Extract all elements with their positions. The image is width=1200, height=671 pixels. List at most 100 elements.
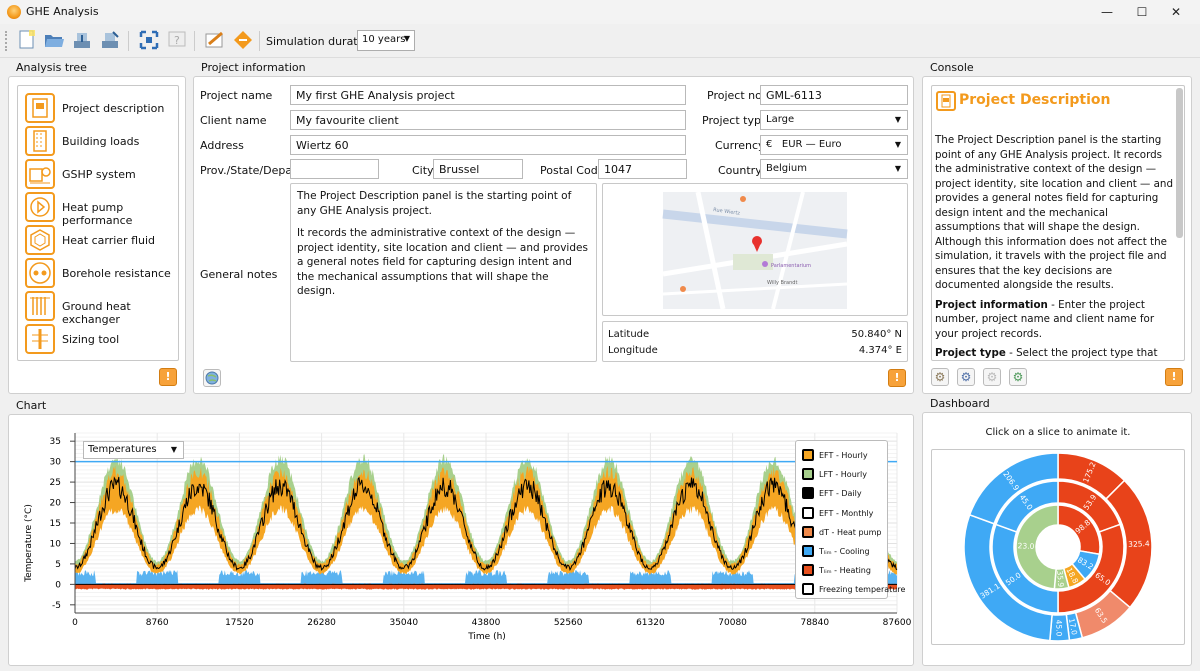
- legend-label: EFT - Daily: [819, 489, 862, 499]
- legend-swatch: [802, 468, 814, 481]
- legend-label: EFT - Monthly: [819, 508, 874, 518]
- console-paragraph: Project information - Enter the project …: [935, 298, 1155, 340]
- postal-code-input[interactable]: 1047: [598, 159, 687, 179]
- simulation-duration-select[interactable]: 10 years ▼: [357, 30, 415, 51]
- tree-item-ground-heat-exchanger[interactable]: Ground heat exchanger: [25, 291, 177, 326]
- client-name-input[interactable]: My favourite client: [290, 110, 686, 130]
- chart-series-select[interactable]: Temperatures ▼: [83, 441, 184, 459]
- gear-blue-icon[interactable]: ⚙: [957, 368, 975, 386]
- tree-item-heat-pump-performance[interactable]: Heat pump performance: [25, 192, 177, 227]
- save-icon[interactable]: [71, 29, 93, 51]
- tree-item-heat-carrier-fluid[interactable]: Heat carrier fluid: [25, 225, 177, 256]
- tree-item-label: Building loads: [62, 135, 140, 148]
- project-type-value: Large: [766, 114, 795, 125]
- sunburst-chart[interactable]: 175.2325.463.517.045.0381.1206.953.965.0…: [932, 450, 1184, 644]
- gear-green-icon[interactable]: ⚙: [1009, 368, 1027, 386]
- tree-item-label: GSHP system: [62, 168, 136, 181]
- svg-text:?: ?: [174, 34, 180, 47]
- alert-button[interactable]: !: [1165, 368, 1183, 386]
- y-tick-label: 35: [50, 437, 61, 447]
- y-tick-label: -5: [52, 601, 61, 611]
- project-name-input[interactable]: My first GHE Analysis project: [290, 85, 686, 105]
- project-type-select[interactable]: Large ▼: [760, 110, 908, 130]
- tree-item-project-description[interactable]: Project description: [25, 93, 177, 124]
- console-content: Project Description The Project Descript…: [931, 85, 1185, 361]
- x-tick-label: 43800: [472, 618, 501, 628]
- sunburst-inner-slice-label: 35.9: [1055, 570, 1065, 588]
- gear-disabled-icon[interactable]: ⚙: [983, 368, 1001, 386]
- location-map[interactable]: Parlamentarium Willy Brandt Rue Wiertz: [602, 183, 908, 316]
- sizing-icon: [25, 324, 55, 354]
- tree-item-building-loads[interactable]: Building loads: [25, 126, 177, 157]
- chevron-down-icon: ▼: [894, 164, 901, 173]
- x-tick-label: 78840: [800, 618, 829, 628]
- address-input[interactable]: Wiertz 60: [290, 135, 686, 155]
- postal-code-label: Postal Code: [540, 164, 605, 177]
- y-tick-label: 15: [50, 519, 61, 529]
- project-name-label: Project name: [200, 89, 273, 102]
- globe-button[interactable]: [203, 369, 221, 387]
- building-icon: [25, 126, 55, 156]
- close-button[interactable]: ✕: [1168, 4, 1184, 20]
- legend-label: EFT - Hourly: [819, 451, 868, 460]
- fluid-icon: [25, 225, 55, 255]
- tree-item-sizing-tool[interactable]: Sizing tool: [25, 324, 177, 355]
- analysis-tree-header: Analysis tree: [16, 61, 87, 74]
- console-text: The Project Description panel is the sta…: [935, 133, 1173, 360]
- maximize-button[interactable]: ☐: [1134, 4, 1150, 20]
- y-axis-label: Temperature (°C): [24, 504, 34, 583]
- save-as-icon[interactable]: [99, 29, 121, 51]
- x-tick-label: 52560: [554, 618, 583, 628]
- currency-select[interactable]: € EUR — Euro ▼: [760, 135, 908, 155]
- currency-value: EUR — Euro: [781, 139, 842, 150]
- legend-swatch: [802, 487, 814, 500]
- project-description-icon: [936, 91, 956, 111]
- country-select[interactable]: Belgium ▼: [760, 159, 908, 179]
- legend-label: Tₗᵢₘ - Heating: [819, 566, 871, 576]
- legend-swatch: [802, 449, 814, 461]
- currency-symbol: €: [766, 139, 773, 150]
- legend-label: LFT - Hourly: [819, 470, 868, 480]
- window-title: GHE Analysis: [26, 5, 99, 18]
- console-scrollbar[interactable]: [1176, 88, 1183, 238]
- sunburst-outer-slice-label: 45.0: [1054, 620, 1063, 637]
- sunburst-inner-slice-label: 23.0: [1017, 541, 1034, 551]
- dashboard-panel: Click on a slice to animate it. 175.2 325…: [922, 412, 1192, 666]
- minimize-button[interactable]: —: [1099, 4, 1115, 20]
- project-description-icon: [25, 93, 55, 123]
- tree-item-gshp-system[interactable]: GSHP system: [25, 159, 177, 190]
- y-tick-label: 30: [50, 458, 62, 468]
- project-no-label: Project no.: [707, 89, 766, 102]
- alert-button[interactable]: !: [159, 368, 177, 386]
- x-axis-label: Time (h): [467, 632, 506, 642]
- alert-button[interactable]: !: [888, 369, 906, 387]
- help-icon[interactable]: ?: [166, 29, 188, 51]
- x-tick-label: 0: [72, 618, 78, 628]
- tree-item-label: Borehole resistance: [62, 267, 171, 280]
- tree-item-label: Ground heat exchanger: [62, 300, 131, 326]
- general-notes-textarea[interactable]: The Project Description panel is the sta…: [290, 183, 597, 362]
- legend-label: Freezing temperature: [819, 585, 906, 595]
- tree-item-borehole-resistance[interactable]: Borehole resistance: [25, 258, 177, 289]
- edit-notes-icon[interactable]: [204, 29, 226, 51]
- latitude-value: 50.840° N: [851, 329, 902, 340]
- fit-screen-icon[interactable]: [138, 29, 160, 51]
- x-tick-label: 35040: [389, 618, 418, 628]
- project-no-input[interactable]: GML-6113: [760, 85, 908, 105]
- map-poi-label: Parlamentarium: [771, 263, 811, 269]
- gear-icon[interactable]: ⚙: [931, 368, 949, 386]
- export-icon[interactable]: [232, 29, 254, 51]
- longitude-label: Longitude: [608, 345, 658, 356]
- console-panel: Project Description The Project Descript…: [922, 76, 1192, 394]
- province-input[interactable]: [290, 159, 379, 179]
- project-information-panel: Project name My first GHE Analysis proje…: [193, 76, 914, 394]
- country-value: Belgium: [766, 163, 807, 174]
- y-tick-label: 10: [50, 539, 62, 549]
- open-folder-icon[interactable]: [43, 29, 65, 51]
- x-tick-label: 26280: [307, 618, 336, 628]
- general-notes-paragraph: It records the administrative context of…: [297, 227, 588, 297]
- new-file-icon[interactable]: [16, 29, 38, 51]
- city-input[interactable]: Brussel: [433, 159, 523, 179]
- legend-swatch: [802, 545, 814, 557]
- chevron-down-icon: ▼: [170, 445, 177, 454]
